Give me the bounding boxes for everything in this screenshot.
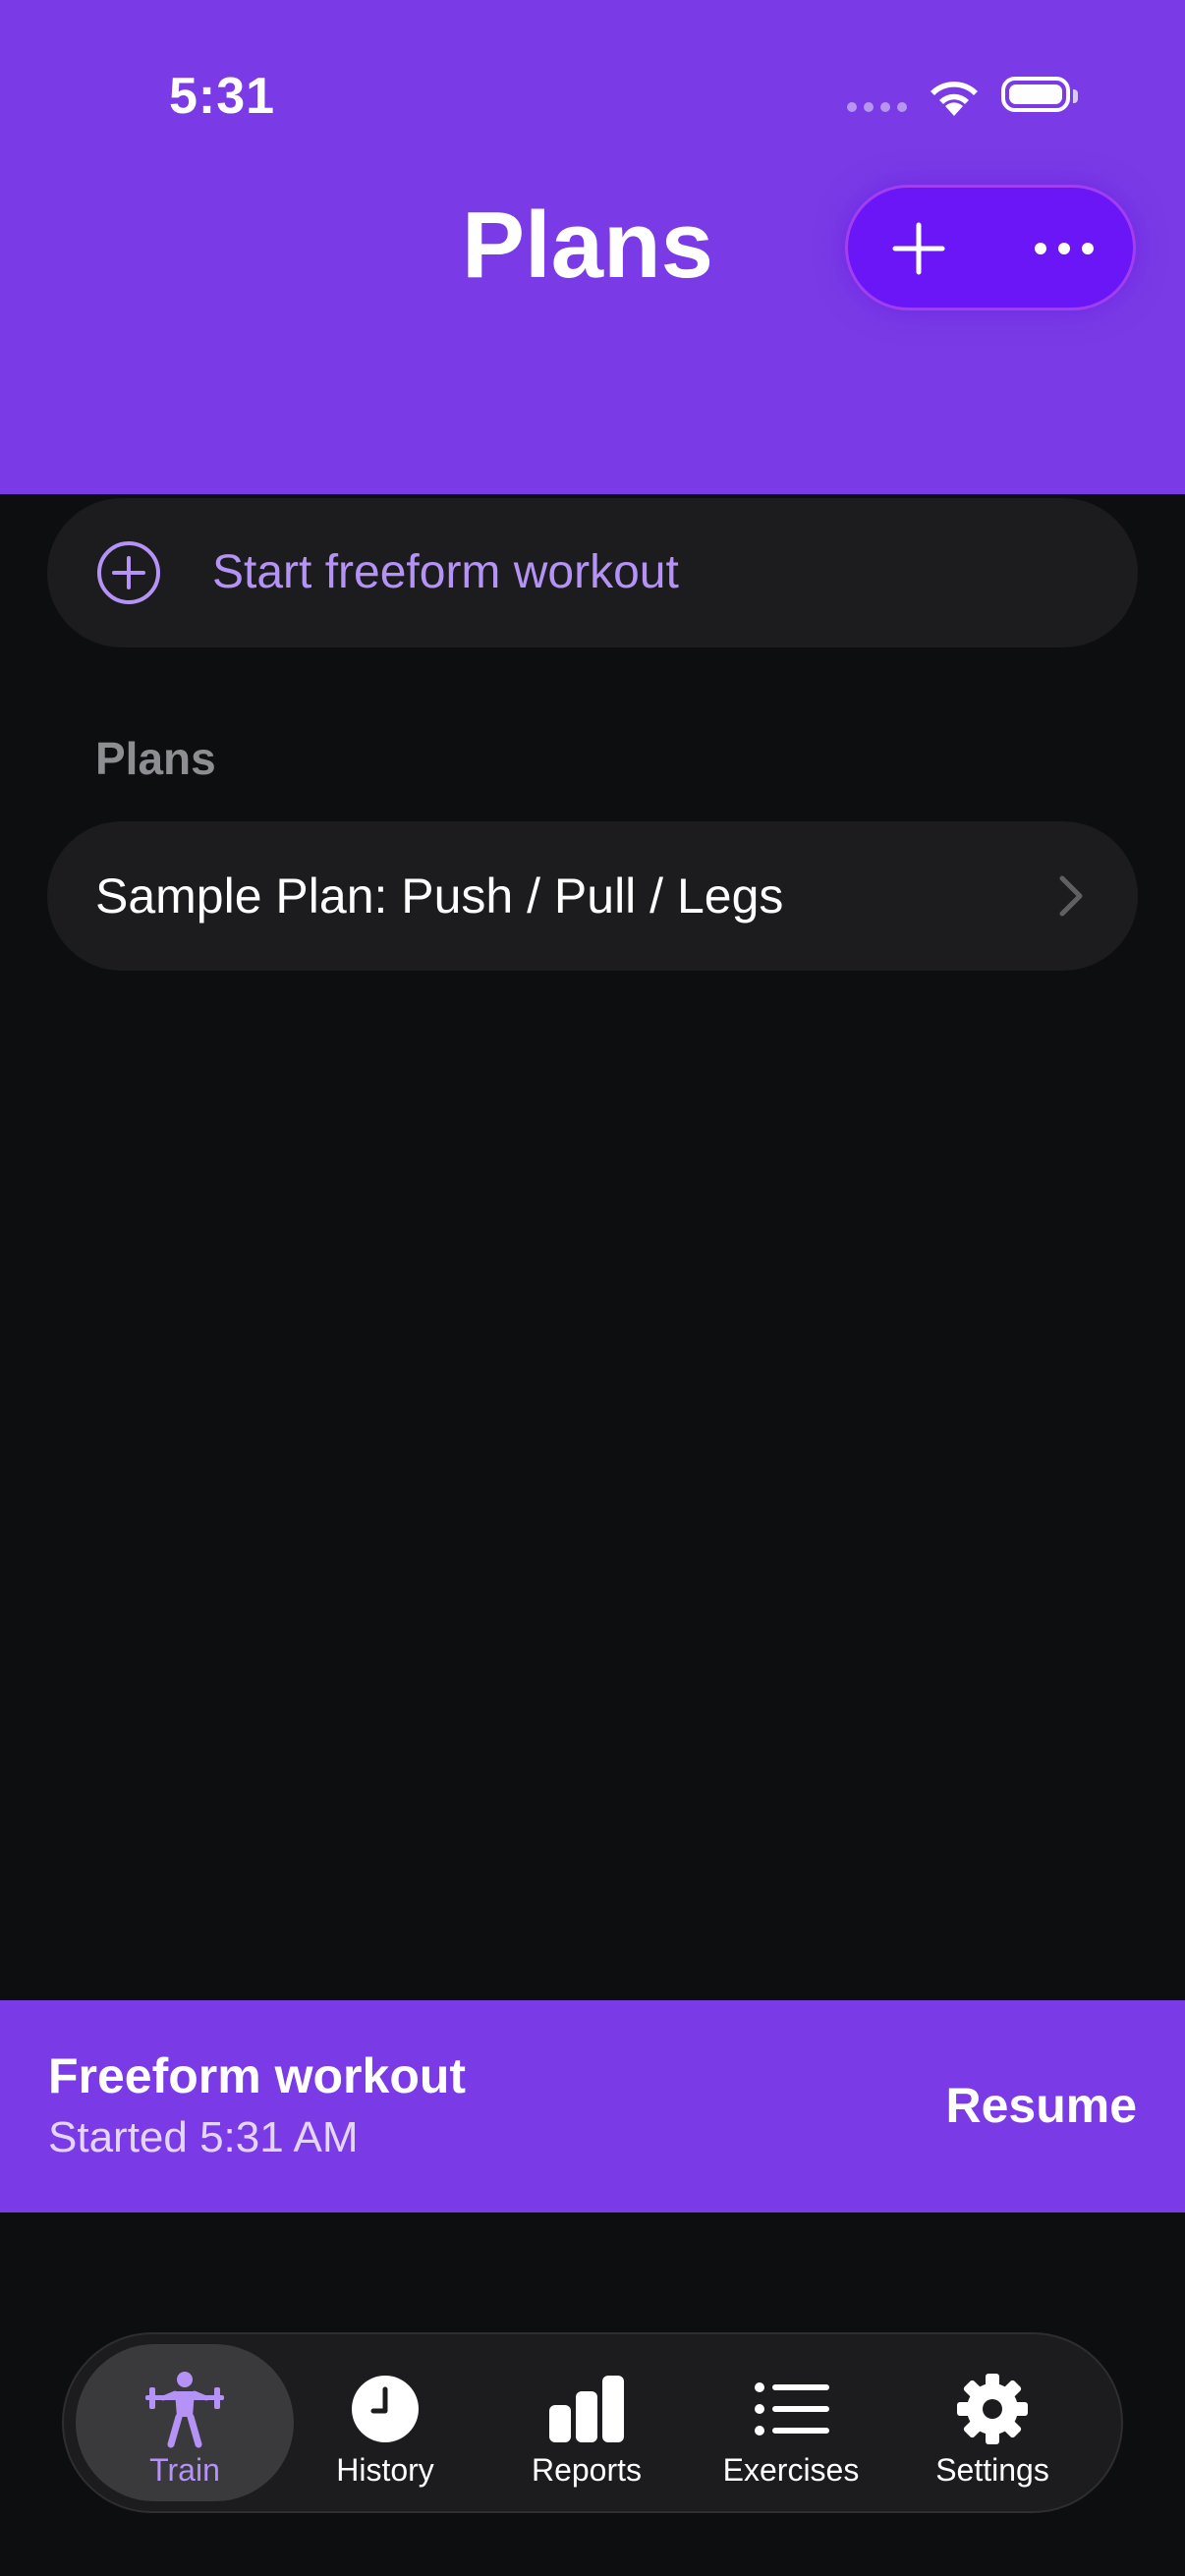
tab-train[interactable]: Train (86, 2348, 283, 2501)
gear-icon (957, 2374, 1028, 2444)
weightlifter-icon (145, 2372, 224, 2448)
tab-history[interactable]: History (287, 2348, 483, 2501)
bar-chart-icon (549, 2376, 624, 2442)
more-options-button[interactable] (1023, 207, 1105, 290)
cellular-signal-icon (847, 102, 907, 112)
battery-icon (1001, 77, 1078, 112)
header: 5:31 Plans (0, 0, 1185, 494)
plus-circle-icon (97, 541, 160, 604)
list-icon (755, 2382, 829, 2436)
tab-exercises-label: Exercises (722, 2452, 860, 2488)
tab-settings[interactable]: Settings (894, 2348, 1091, 2501)
start-freeform-workout-label: Start freeform workout (212, 546, 679, 598)
plans-section-header: Plans (95, 733, 216, 784)
tab-train-label: Train (149, 2452, 220, 2488)
active-workout-start-time: Started 5:31 AM (48, 2113, 359, 2161)
tab-reports[interactable]: Reports (488, 2348, 685, 2501)
start-freeform-workout-button[interactable]: Start freeform workout (47, 498, 1138, 647)
wifi-icon (931, 82, 978, 116)
header-actions (845, 185, 1136, 310)
plan-row[interactable]: Sample Plan: Push / Pull / Legs (47, 821, 1138, 971)
plan-name: Sample Plan: Push / Pull / Legs (95, 868, 784, 924)
resume-button[interactable]: Resume (945, 2077, 1137, 2134)
chevron-right-icon (1059, 875, 1083, 917)
active-workout-banner[interactable]: Freeform workout Started 5:31 AM Resume (0, 2000, 1185, 2212)
tab-exercises[interactable]: Exercises (693, 2348, 889, 2501)
tab-reports-label: Reports (531, 2452, 643, 2488)
ellipsis-icon (1035, 243, 1094, 254)
tab-settings-label: Settings (935, 2452, 1049, 2488)
tab-bar: Train History Reports Exercises Settings (62, 2332, 1123, 2513)
active-workout-title: Freeform workout (48, 2048, 467, 2103)
clock-icon (352, 2376, 419, 2442)
add-plan-button[interactable] (877, 207, 960, 290)
status-time: 5:31 (169, 68, 276, 125)
tab-history-label: History (336, 2452, 434, 2488)
plus-icon (892, 222, 945, 275)
